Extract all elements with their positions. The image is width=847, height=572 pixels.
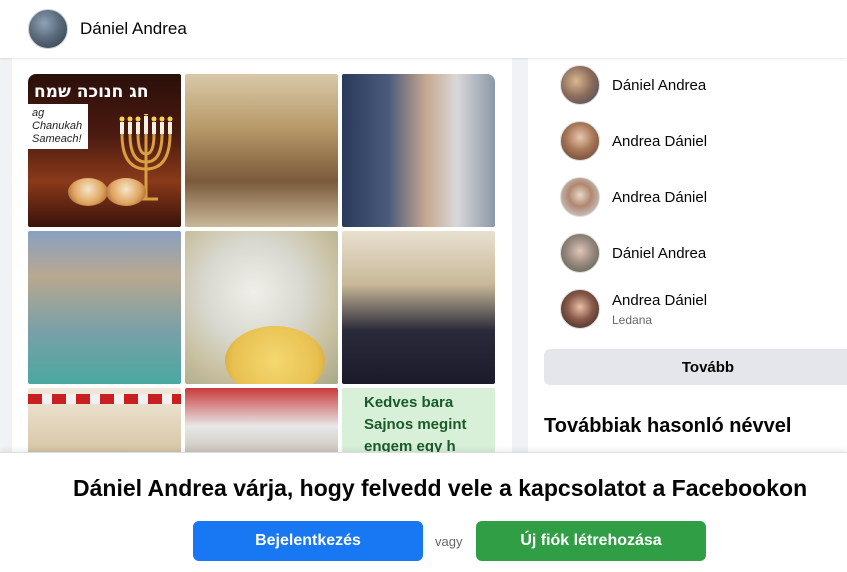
awning-image — [28, 394, 181, 404]
greeting-line: Kedves bara — [364, 394, 454, 411]
greeting-text: Kedves bara Sajnos megint engem egy h — [364, 392, 467, 458]
photo-two-men[interactable] — [342, 74, 495, 227]
person-name[interactable]: Dániel Andrea — [612, 77, 706, 94]
greeting-line: Sajnos megint — [364, 416, 467, 433]
photo-chanukah[interactable]: חג חנוכה שמח ag Chanukah Sameach! — [28, 74, 181, 227]
person-item[interactable]: Dániel Andrea — [560, 233, 706, 273]
prompt-headline: Dániel Andrea várja, hogy felvedd vele a… — [73, 475, 808, 501]
chanukah-hebrew-text: חג חנוכה שמח — [34, 82, 149, 102]
login-prompt-banner: Dániel Andrea várja, hogy felvedd vele a… — [0, 452, 847, 572]
photos-card: חג חנוכה שמח ag Chanukah Sameach! Kedves… — [12, 58, 512, 541]
similar-names-title: Továbbiak hasonló névvel — [544, 415, 792, 437]
donut-image — [68, 178, 108, 206]
person-name[interactable]: Andrea Dániel — [612, 292, 707, 309]
person-avatar[interactable] — [560, 177, 600, 217]
person-avatar[interactable] — [560, 233, 600, 273]
person-item[interactable]: Andrea Dániel Ledana — [560, 289, 707, 329]
photo-breakfast[interactable] — [185, 231, 338, 384]
person-name[interactable]: Dániel Andrea — [612, 245, 706, 262]
profile-header: Dániel Andrea — [0, 0, 847, 58]
person-item[interactable]: Andrea Dániel — [560, 121, 707, 161]
person-name[interactable]: Andrea Dániel — [612, 133, 707, 150]
or-separator: vagy — [435, 534, 463, 549]
photo-street[interactable] — [28, 231, 181, 384]
donut-image — [106, 178, 146, 206]
person-avatar[interactable] — [560, 65, 600, 105]
photo-restaurant[interactable] — [185, 74, 338, 227]
person-avatar[interactable] — [560, 121, 600, 161]
photo-woman-cafe[interactable] — [342, 231, 495, 384]
chanukah-english-text: ag Chanukah Sameach! — [28, 104, 88, 149]
person-name[interactable]: Andrea Dániel — [612, 189, 707, 206]
more-button[interactable]: Tovább — [544, 349, 847, 385]
person-subtitle: Ledana — [612, 312, 653, 327]
omelet-image — [225, 326, 325, 384]
person-item[interactable]: Dániel Andrea — [560, 65, 706, 105]
person-item[interactable]: Andrea Dániel — [560, 177, 707, 217]
people-sidebar: Dániel Andrea Andrea Dániel Andrea Dánie… — [528, 58, 847, 478]
login-button[interactable]: Bejelentkezés — [193, 521, 423, 561]
person-avatar[interactable] — [560, 289, 600, 329]
profile-name[interactable]: Dániel Andrea — [80, 19, 187, 39]
profile-avatar[interactable] — [28, 9, 68, 49]
create-account-button[interactable]: Új fiók létrehozása — [476, 521, 706, 561]
